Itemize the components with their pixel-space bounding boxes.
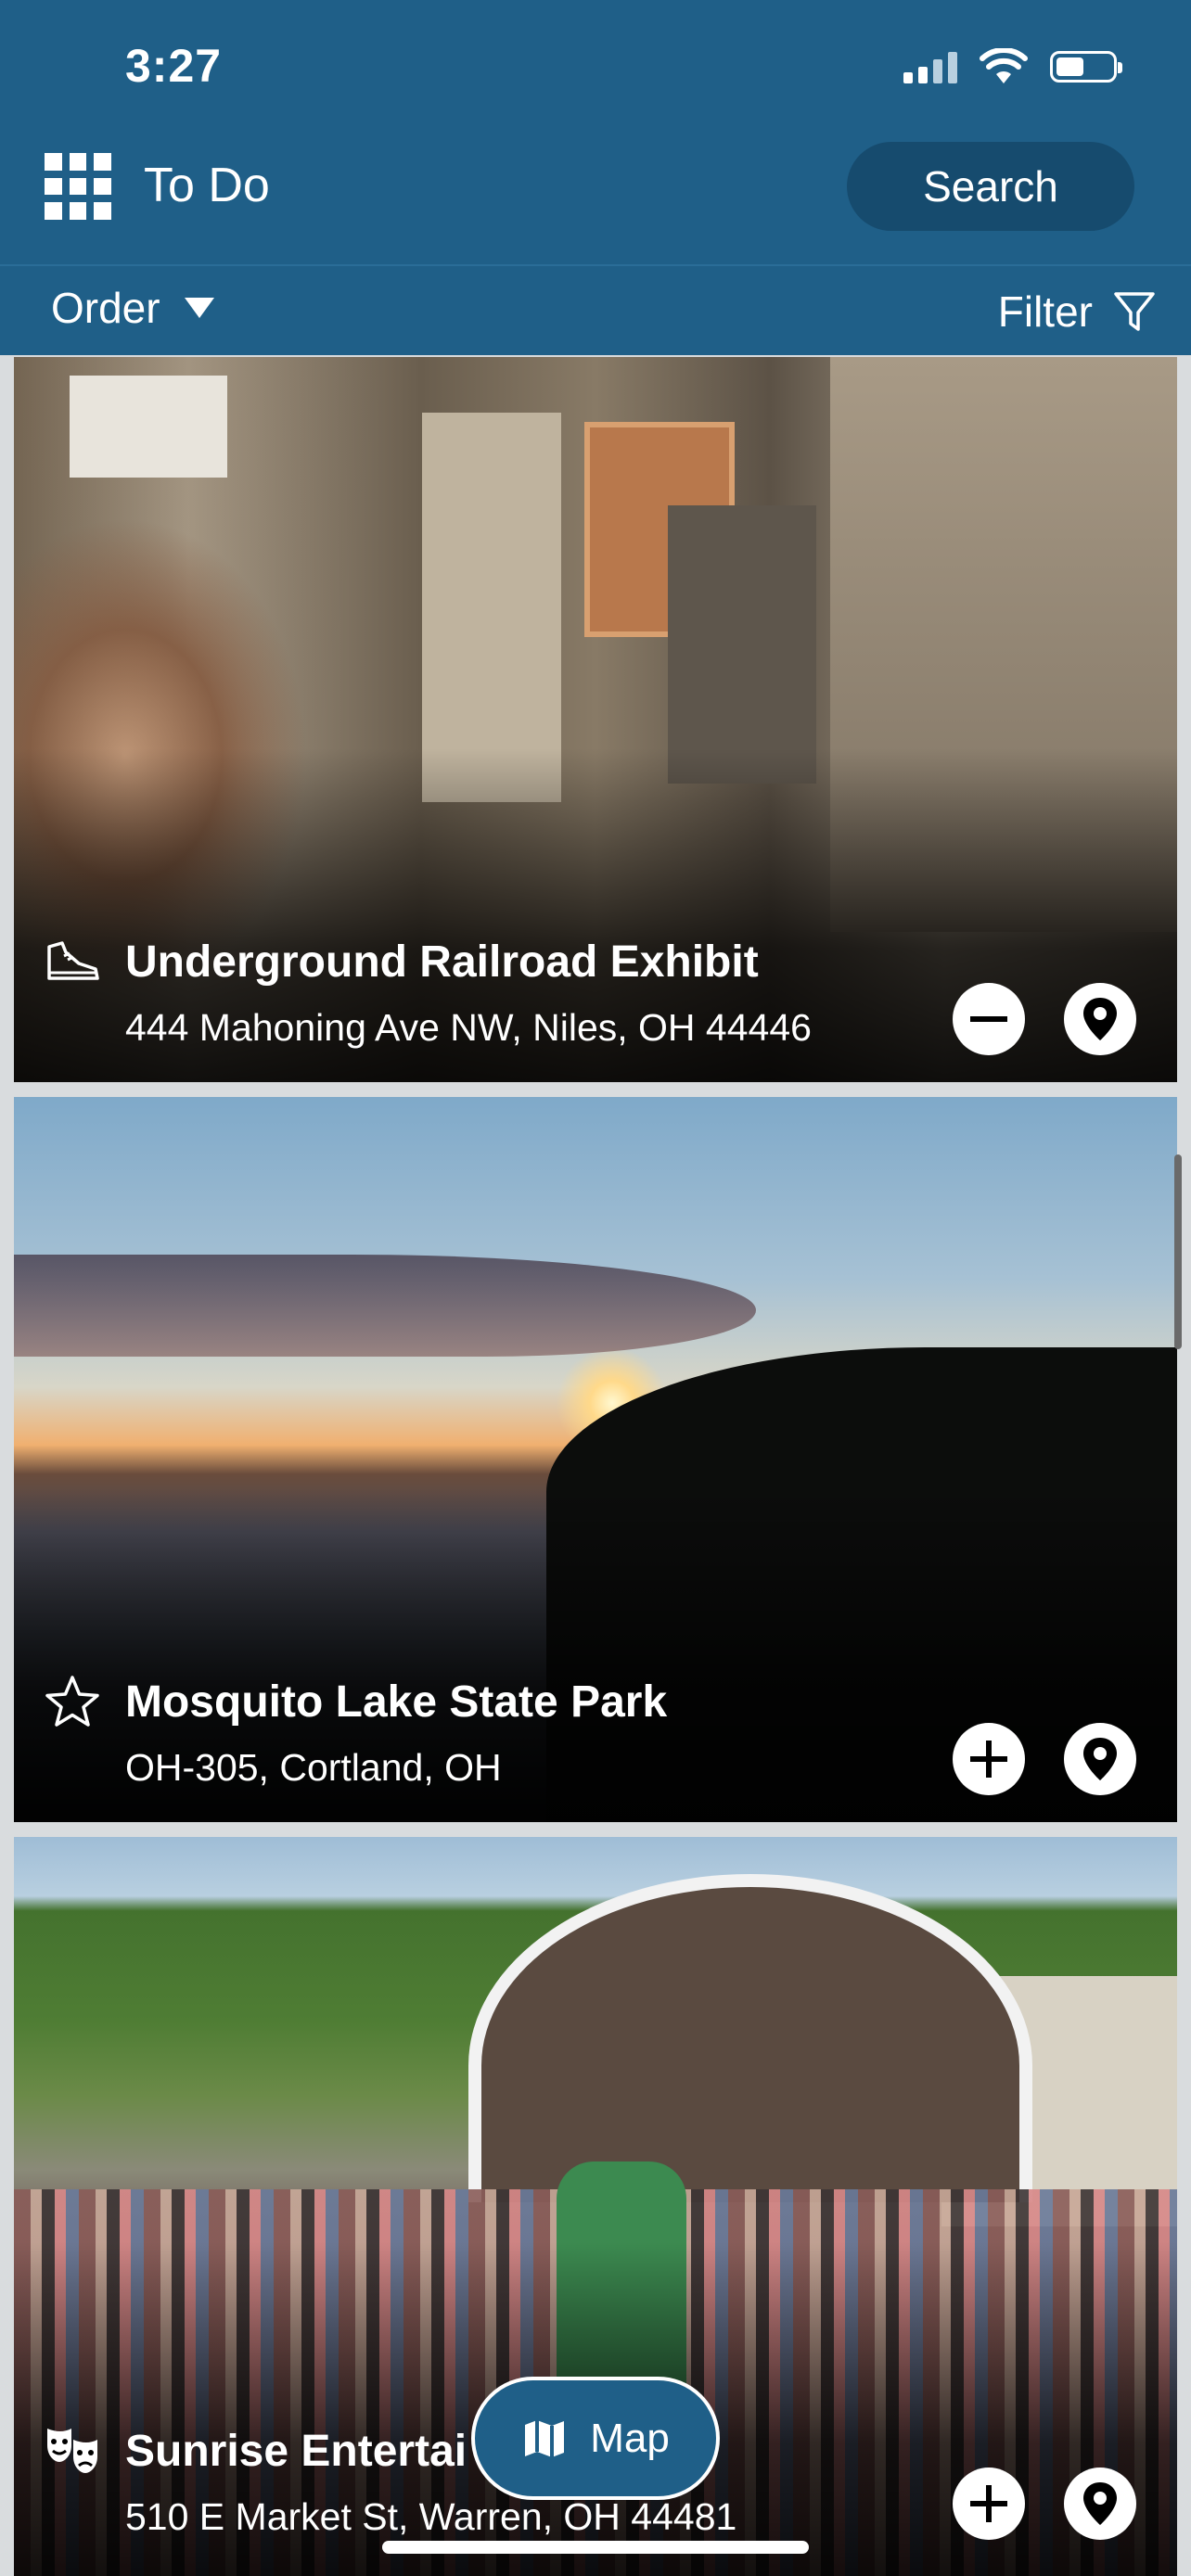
search-button[interactable]: Search bbox=[847, 142, 1134, 231]
filter-button[interactable]: Filter bbox=[998, 287, 1156, 337]
card-address: 510 E Market St, Warren, OH 44481 bbox=[125, 2495, 737, 2538]
scrollbar[interactable] bbox=[1174, 1154, 1182, 1349]
card-title: Sunrise Entertai bbox=[125, 2427, 467, 2476]
list-item[interactable]: Mosquito Lake State Park OH-305, Cortlan… bbox=[14, 1097, 1177, 1822]
minus-icon bbox=[970, 1016, 1007, 1022]
map-pin-icon bbox=[1083, 1738, 1117, 1780]
map-button-label: Map bbox=[590, 2415, 670, 2461]
battery-icon bbox=[1050, 51, 1122, 83]
funnel-icon bbox=[1114, 292, 1155, 331]
app-header: 3:27 To Do Search bbox=[0, 0, 1191, 264]
wifi-icon bbox=[980, 48, 1028, 83]
cellular-signal-icon bbox=[903, 50, 957, 83]
card-title: Mosquito Lake State Park bbox=[125, 1677, 668, 1727]
sneaker-icon bbox=[47, 941, 99, 980]
add-button[interactable] bbox=[953, 1723, 1025, 1795]
location-button[interactable] bbox=[1064, 983, 1136, 1055]
folded-map-icon bbox=[525, 2419, 565, 2457]
grid-menu-icon[interactable] bbox=[45, 153, 111, 220]
plus-icon bbox=[970, 2485, 1007, 2522]
status-icons bbox=[903, 41, 1122, 93]
order-label: Order bbox=[51, 284, 160, 332]
location-button[interactable] bbox=[1064, 1723, 1136, 1795]
map-pin-icon bbox=[1083, 998, 1117, 1040]
card-address: OH-305, Cortland, OH bbox=[125, 1746, 502, 1789]
sort-filter-bar: Order Filter bbox=[0, 264, 1191, 355]
page-title: To Do bbox=[144, 159, 270, 212]
remove-button[interactable] bbox=[953, 983, 1025, 1055]
card-address: 444 Mahoning Ave NW, Niles, OH 44446 bbox=[125, 1006, 812, 1049]
order-dropdown[interactable]: Order bbox=[51, 283, 214, 333]
list-item[interactable]: Underground Railroad Exhibit 444 Mahonin… bbox=[14, 357, 1177, 1082]
status-time: 3:27 bbox=[125, 40, 223, 92]
home-indicator bbox=[382, 2541, 809, 2554]
location-button[interactable] bbox=[1064, 2468, 1136, 2540]
card-title: Underground Railroad Exhibit bbox=[125, 937, 759, 987]
map-button[interactable]: Map bbox=[471, 2377, 720, 2500]
filter-label: Filter bbox=[997, 287, 1093, 336]
theater-masks-icon bbox=[47, 2429, 97, 2473]
plus-icon bbox=[970, 1741, 1007, 1778]
star-outline-icon bbox=[45, 1676, 99, 1727]
caret-down-icon bbox=[184, 298, 214, 318]
map-pin-icon bbox=[1083, 2482, 1117, 2525]
add-button[interactable] bbox=[953, 2468, 1025, 2540]
